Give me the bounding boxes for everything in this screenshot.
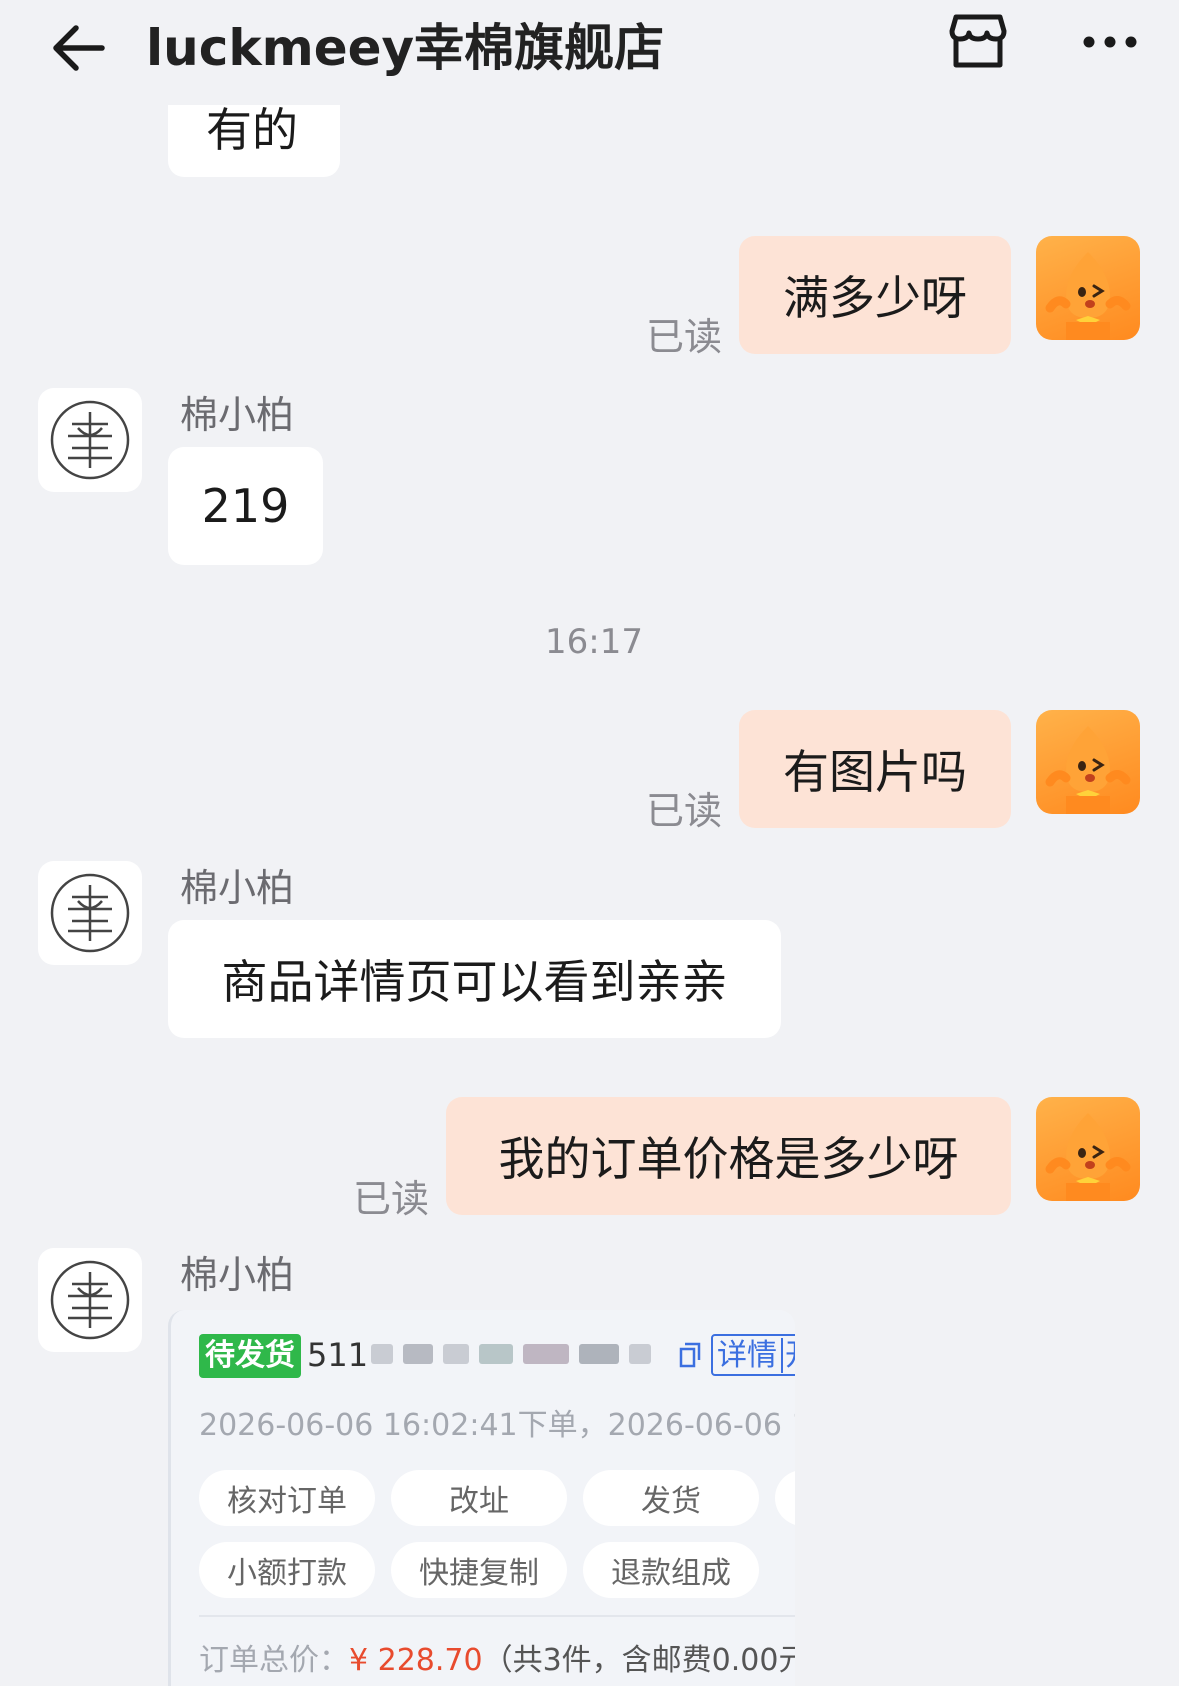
chat-timestamp: 16:17 (545, 622, 643, 662)
store-button[interactable] (940, 2, 1016, 78)
detail-label: 详情 (717, 1338, 777, 1373)
more-button[interactable] (1072, 4, 1148, 80)
message-text: 有的 (206, 105, 298, 157)
shop-logo-icon (50, 873, 130, 953)
user-avatar[interactable] (1036, 236, 1140, 340)
mascot-avatar-icon (1045, 726, 1131, 814)
change-address-button[interactable]: 改址 (391, 1470, 567, 1526)
ship-button[interactable]: 发货 (583, 1470, 759, 1526)
message-text: 有图片吗 (783, 745, 967, 799)
shop-logo-icon (50, 400, 130, 480)
read-receipt: 已读 (646, 315, 723, 359)
sender-name: 棉小柏 (180, 866, 295, 910)
more-dots-icon (1083, 36, 1137, 48)
message-text: 我的订单价格是多少呀 (498, 1132, 959, 1186)
quick-copy-button[interactable]: 快捷复制 (391, 1542, 567, 1598)
sender-name: 棉小柏 (180, 393, 295, 437)
total-price: ¥ 228.70 (349, 1643, 483, 1678)
mascot-avatar-icon (1045, 252, 1131, 340)
back-button[interactable] (40, 10, 116, 86)
message-bubble-other[interactable]: 商品详情页可以看到亲亲 (168, 920, 781, 1038)
message-text: 219 (201, 479, 290, 533)
arrow-left-icon (53, 25, 105, 71)
store-icon (949, 14, 1007, 68)
user-avatar[interactable] (1036, 1097, 1140, 1201)
message-bubble-other[interactable]: 219 (168, 447, 323, 565)
page-title: luckmeey幸棉旗舰店 (146, 19, 665, 77)
copy-icon[interactable] (675, 1340, 705, 1370)
read-receipt: 已读 (646, 789, 723, 833)
read-receipt: 已读 (353, 1177, 430, 1221)
user-avatar[interactable] (1036, 710, 1140, 814)
order-time: 2026-06-06 16:02:41下单，2026-06-06 16:02:5 (199, 1408, 795, 1443)
small-payment-button[interactable]: 小额打款 (199, 1542, 375, 1598)
more-action-button-partial[interactable] (775, 1470, 795, 1526)
check-order-button[interactable]: 核对订单 (199, 1470, 375, 1526)
order-number: 511 (307, 1336, 369, 1374)
message-bubble-self[interactable]: 有图片吗 (739, 710, 1011, 828)
order-number-redacted (371, 1344, 661, 1366)
detail-extra: 开 (781, 1338, 795, 1373)
refund-breakdown-button[interactable]: 退款组成 (583, 1542, 759, 1598)
message-bubble-self[interactable]: 我的订单价格是多少呀 (446, 1097, 1011, 1215)
message-bubble-other[interactable]: 有的 (168, 105, 340, 177)
order-total-row: 订单总价：¥ 228.70（共3件，含邮费0.00元） (199, 1635, 795, 1679)
shop-avatar[interactable] (38, 1248, 142, 1352)
message-text: 满多少呀 (783, 271, 967, 325)
shop-avatar[interactable] (38, 861, 142, 965)
sender-name: 棉小柏 (180, 1253, 295, 1297)
shop-logo-icon (50, 1260, 130, 1340)
status-badge: 待发货 (199, 1334, 301, 1378)
mascot-avatar-icon (1045, 1113, 1131, 1201)
card-divider (199, 1615, 795, 1617)
total-label: 订单总价： (199, 1643, 349, 1678)
order-detail-link[interactable]: 详情开 (711, 1334, 795, 1376)
message-bubble-self[interactable]: 满多少呀 (739, 236, 1011, 354)
total-note: （共3件，含邮费0.00元） (482, 1643, 795, 1678)
shop-avatar[interactable] (38, 388, 142, 492)
message-text: 商品详情页可以看到亲亲 (221, 955, 728, 1009)
order-card[interactable]: 待发货 511 详情开 2026-06-06 16:02:41下单，2026-0… (168, 1310, 795, 1686)
